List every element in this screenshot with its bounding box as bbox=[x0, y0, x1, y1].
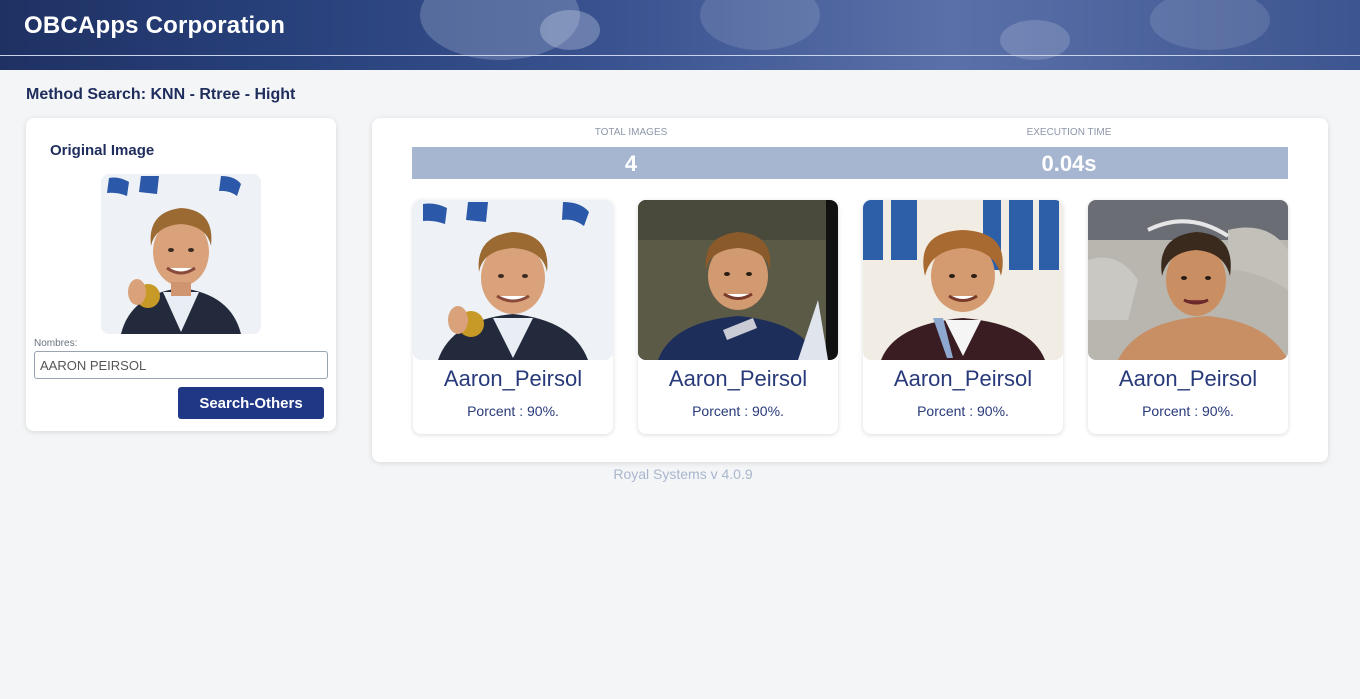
nombres-label: Nombres: bbox=[34, 338, 78, 349]
original-image-card: Original Image Nombres: Search-Others bbox=[26, 118, 336, 431]
result-name: Aaron_Peirsol bbox=[443, 366, 583, 391]
result-card[interactable]: Aaron_Peirsol Porcent : 90%. bbox=[413, 200, 613, 434]
result-photo bbox=[1088, 200, 1288, 360]
footer-version: Royal Systems v 4.0.9 bbox=[613, 466, 753, 482]
result-name: Aaron_Peirsol bbox=[893, 366, 1033, 391]
result-percent: Porcent : 90%. bbox=[692, 403, 784, 419]
result-card[interactable]: Aaron_Peirsol Porcent : 90%. bbox=[638, 200, 838, 434]
execution-time-value: 0.04s bbox=[850, 147, 1288, 179]
original-photo bbox=[101, 174, 261, 334]
search-others-button[interactable]: Search-Others bbox=[178, 387, 324, 419]
result-photo bbox=[413, 200, 613, 360]
result-name: Aaron_Peirsol bbox=[1118, 366, 1258, 391]
result-card[interactable]: Aaron_Peirsol Porcent : 90%. bbox=[1088, 200, 1288, 434]
original-image-title: Original Image bbox=[50, 142, 155, 159]
brand-title: OBCApps Corporation bbox=[24, 12, 286, 39]
nombres-input[interactable] bbox=[34, 351, 328, 379]
result-card[interactable]: Aaron_Peirsol Porcent : 90%. bbox=[863, 200, 1063, 434]
total-images-label: TOTAL IMAGES bbox=[594, 127, 668, 138]
app-header: OBCApps Corporation bbox=[0, 0, 1360, 70]
method-search-label: Method Search: KNN - Rtree - Hight bbox=[26, 86, 296, 103]
result-name: Aaron_Peirsol bbox=[668, 366, 808, 391]
result-percent: Porcent : 90%. bbox=[467, 403, 559, 419]
result-photo bbox=[638, 200, 838, 360]
result-percent: Porcent : 90%. bbox=[917, 403, 1009, 419]
total-images-value: 4 bbox=[412, 147, 850, 179]
result-percent: Porcent : 90%. bbox=[1142, 403, 1234, 419]
result-photo bbox=[863, 200, 1063, 360]
results-panel: TOTAL IMAGES EXECUTION TIME 4 0.04s Aaro… bbox=[372, 118, 1328, 462]
execution-time-label: EXECUTION TIME bbox=[1026, 127, 1112, 138]
